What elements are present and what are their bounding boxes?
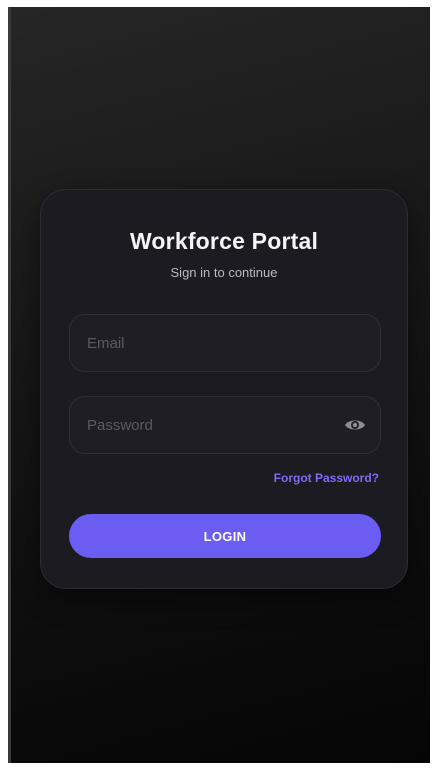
login-button[interactable]: LOGIN: [69, 514, 381, 558]
password-field-container: [69, 396, 381, 454]
screen-edge: [8, 7, 11, 763]
app-screen: Workforce Portal Sign in to continue For…: [8, 7, 430, 763]
forgot-password-link[interactable]: Forgot Password?: [274, 471, 379, 485]
page-subtitle: Sign in to continue: [170, 265, 278, 280]
page-title: Workforce Portal: [129, 228, 319, 254]
email-field-container: [69, 314, 381, 372]
login-card: Workforce Portal Sign in to continue For…: [40, 189, 408, 589]
email-input[interactable]: [70, 315, 380, 371]
password-input[interactable]: [70, 397, 380, 453]
eye-icon[interactable]: [344, 417, 366, 433]
